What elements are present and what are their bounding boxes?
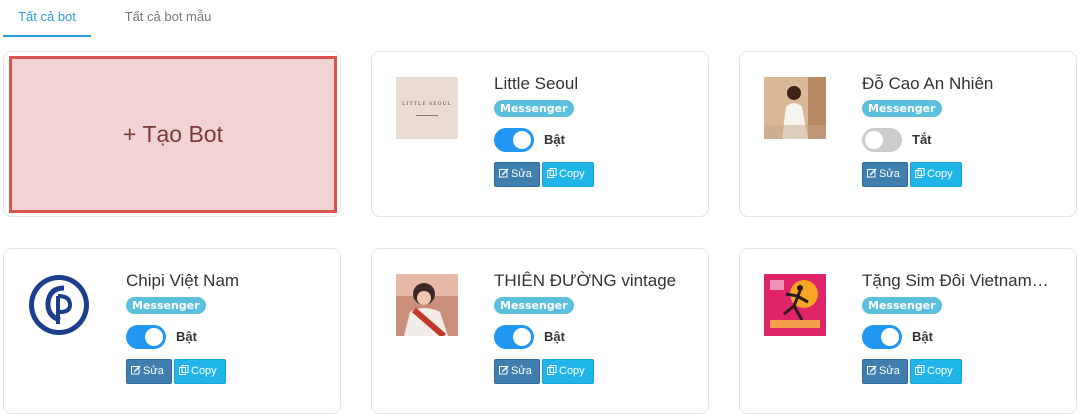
bot-name[interactable]: Little Seoul: [494, 74, 578, 94]
bot-avatar: [396, 274, 458, 336]
copy-button[interactable]: Copy: [542, 162, 594, 187]
edit-icon: [867, 365, 877, 375]
bot-card: Đỗ Cao An Nhiên Messenger Tắt Sửa Copy: [739, 51, 1077, 217]
bot-avatar: [764, 274, 826, 336]
channel-badge: Messenger: [862, 297, 942, 314]
bot-avatar: [764, 77, 826, 139]
edit-label: Sửa: [511, 168, 532, 180]
create-bot-card: + Tạo Bot: [3, 51, 341, 217]
woman-photo-icon: [764, 77, 826, 139]
edit-label: Sửa: [143, 365, 164, 377]
bot-name[interactable]: Tặng Sim Đôi Vietnam…: [862, 271, 1049, 291]
bot-avatar: [28, 274, 90, 336]
copy-label: Copy: [559, 168, 585, 180]
copy-button[interactable]: Copy: [910, 162, 962, 187]
edit-label: Sửa: [879, 168, 900, 180]
bot-name[interactable]: Chipi Việt Nam: [126, 271, 239, 291]
channel-badge: Messenger: [862, 100, 942, 117]
copy-label: Copy: [191, 365, 217, 377]
woman-photo-icon: [396, 274, 458, 336]
bot-status-label: Tắt: [912, 132, 932, 147]
edit-icon: [867, 168, 877, 178]
logo-divider: [416, 114, 438, 116]
edit-button[interactable]: Sửa: [494, 359, 540, 384]
channel-badge: Messenger: [494, 297, 574, 314]
bot-card: Tặng Sim Đôi Vietnam… Messenger Bật Sửa …: [739, 248, 1077, 414]
edit-icon: [131, 365, 141, 375]
edit-icon: [499, 365, 509, 375]
toggle-knob: [865, 131, 883, 149]
bot-avatar: LITTLE SEOUL: [396, 77, 458, 139]
edit-label: Sửa: [879, 365, 900, 377]
bot-status-label: Bật: [544, 329, 565, 344]
tab-all-bot-templates[interactable]: Tất cả bot mẫu: [115, 0, 221, 37]
copy-icon: [547, 168, 557, 178]
edit-icon: [499, 168, 509, 178]
bot-status-label: Bật: [912, 329, 933, 344]
bot-status-toggle[interactable]: [494, 325, 534, 349]
toggle-knob: [513, 131, 531, 149]
channel-badge: Messenger: [126, 297, 206, 314]
toggle-knob: [145, 328, 163, 346]
bot-card: THIÊN ĐƯỜNG vintage Messenger Bật Sửa Co…: [371, 248, 709, 414]
bot-status-label: Bật: [176, 329, 197, 344]
copy-label: Copy: [927, 365, 953, 377]
bot-name[interactable]: THIÊN ĐƯỜNG vintage: [494, 271, 676, 291]
copy-icon: [915, 168, 925, 178]
edit-button[interactable]: Sửa: [126, 359, 172, 384]
toggle-knob: [513, 328, 531, 346]
copy-button[interactable]: Copy: [910, 359, 962, 384]
create-bot-label: + Tạo Bot: [123, 121, 223, 147]
bot-card: Chipi Việt Nam Messenger Bật Sửa Copy: [3, 248, 341, 414]
edit-button[interactable]: Sửa: [862, 359, 908, 384]
edit-button[interactable]: Sửa: [862, 162, 908, 187]
copy-icon: [547, 365, 557, 375]
bot-status-toggle[interactable]: [126, 325, 166, 349]
tab-bar: Tất cả bot Tất cả bot mẫu: [0, 0, 1079, 37]
copy-label: Copy: [927, 168, 953, 180]
copy-icon: [179, 365, 189, 375]
copy-label: Copy: [559, 365, 585, 377]
bot-status-label: Bật: [544, 132, 565, 147]
bot-name[interactable]: Đỗ Cao An Nhiên: [862, 74, 993, 94]
bot-avatar-logo-text: LITTLE SEOUL: [402, 100, 452, 107]
bot-status-toggle[interactable]: [862, 325, 902, 349]
copy-button[interactable]: Copy: [542, 359, 594, 384]
dancing-figure-poster-icon: [764, 274, 826, 336]
edit-label: Sửa: [511, 365, 532, 377]
bot-status-toggle[interactable]: [862, 128, 902, 152]
bot-card: LITTLE SEOUL Little Seoul Messenger Bật …: [371, 51, 709, 217]
chipi-logo-icon: [29, 275, 89, 335]
create-bot-button[interactable]: + Tạo Bot: [9, 56, 337, 213]
channel-badge: Messenger: [494, 100, 574, 117]
edit-button[interactable]: Sửa: [494, 162, 540, 187]
copy-icon: [915, 365, 925, 375]
toggle-knob: [881, 328, 899, 346]
tab-all-bots[interactable]: Tất cả bot: [3, 0, 91, 37]
copy-button[interactable]: Copy: [174, 359, 226, 384]
bot-status-toggle[interactable]: [494, 128, 534, 152]
